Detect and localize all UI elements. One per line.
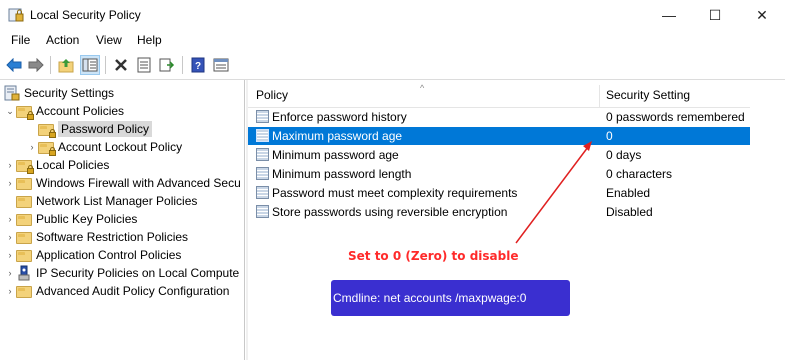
console-tree: Security Settings ⌄ Account Policies Pas… xyxy=(0,80,245,360)
folder-icon xyxy=(16,211,32,227)
menu-action[interactable]: Action xyxy=(44,33,81,47)
security-settings-icon xyxy=(4,85,20,101)
menu-view[interactable]: View xyxy=(94,33,124,47)
help-icon: ? xyxy=(191,57,205,73)
forward-icon xyxy=(28,58,44,72)
folder-icon xyxy=(16,229,32,245)
ip-security-icon xyxy=(16,265,32,281)
security-policy-app-icon xyxy=(8,7,24,23)
export-list-button[interactable] xyxy=(157,55,177,75)
list-row-maximum-password-age[interactable]: Maximum password age 0 xyxy=(248,127,750,145)
folder-lock-icon xyxy=(38,139,56,156)
show-tree-icon xyxy=(82,58,98,72)
tree-item-windows-firewall[interactable]: › Windows Firewall with Advanced Secu xyxy=(4,174,241,192)
delete-icon xyxy=(115,59,127,71)
list-row-reversible-encryption[interactable]: Store passwords using reversible encrypt… xyxy=(248,203,750,221)
maximize-icon: ☐ xyxy=(708,6,722,23)
policy-setting-icon xyxy=(256,129,269,142)
list-row-minimum-password-length[interactable]: Minimum password length 0 characters xyxy=(248,165,750,183)
policy-setting-icon xyxy=(256,186,269,199)
close-button[interactable]: ✕ xyxy=(739,0,785,30)
tree-item-account-lockout-policy[interactable]: › Account Lockout Policy xyxy=(26,138,182,156)
export-icon xyxy=(159,58,175,72)
column-header-security-setting[interactable]: Security Setting xyxy=(606,88,690,102)
tree-item-network-list-manager[interactable]: Network List Manager Policies xyxy=(4,192,197,210)
chevron-right-icon[interactable]: › xyxy=(4,228,16,246)
properties-icon xyxy=(137,57,151,73)
chevron-right-icon[interactable]: › xyxy=(4,174,16,192)
tree-item-public-key-policies[interactable]: › Public Key Policies xyxy=(4,210,137,228)
back-icon xyxy=(6,58,22,72)
chevron-right-icon[interactable]: › xyxy=(4,282,16,300)
console-tree-icon xyxy=(213,58,229,72)
forward-button[interactable] xyxy=(26,55,46,75)
policy-setting-icon xyxy=(256,148,269,161)
help-button[interactable]: ? xyxy=(188,55,208,75)
svg-text:?: ? xyxy=(195,61,201,72)
tree-item-local-policies[interactable]: › Local Policies xyxy=(4,156,109,174)
folder-lock-icon xyxy=(16,103,34,120)
show-tree-button[interactable] xyxy=(80,55,100,75)
annotation-note: Set to 0 (Zero) to disable xyxy=(348,249,519,263)
tree-item-account-policies[interactable]: ⌄ Account Policies xyxy=(4,102,124,120)
chevron-down-icon[interactable]: ⌄ xyxy=(4,102,16,120)
maximize-button[interactable]: ☐ xyxy=(692,0,738,30)
policy-setting-icon xyxy=(256,205,269,218)
menu-help[interactable]: Help xyxy=(135,33,164,47)
up-folder-icon xyxy=(58,59,74,73)
folder-icon xyxy=(16,175,32,191)
minimize-button[interactable]: — xyxy=(646,0,692,30)
list-row-minimum-password-age[interactable]: Minimum password age 0 days xyxy=(248,146,750,164)
tree-root-security-settings[interactable]: Security Settings xyxy=(4,84,114,102)
tree-item-advanced-audit[interactable]: › Advanced Audit Policy Configuration xyxy=(4,282,229,300)
title-bar: Local Security Policy — ☐ ✕ xyxy=(0,0,785,30)
list-row-enforce-password-history[interactable]: Enforce password history 0 passwords rem… xyxy=(248,108,750,126)
tree-item-application-control[interactable]: › Application Control Policies xyxy=(4,246,181,264)
policy-setting-icon xyxy=(256,110,269,123)
folder-icon xyxy=(16,247,32,263)
tree-item-password-policy[interactable]: Password Policy xyxy=(38,120,153,138)
folder-icon xyxy=(16,283,32,299)
chevron-right-icon[interactable]: › xyxy=(4,264,16,282)
chevron-right-icon[interactable]: › xyxy=(4,246,16,264)
policy-setting-icon xyxy=(256,167,269,180)
back-button[interactable] xyxy=(4,55,24,75)
tree-item-software-restriction[interactable]: › Software Restriction Policies xyxy=(4,228,188,246)
window-title: Local Security Policy xyxy=(30,8,141,22)
chevron-right-icon[interactable]: › xyxy=(26,138,38,156)
column-header-policy[interactable]: Policy xyxy=(256,88,288,102)
minimize-icon: — xyxy=(662,7,676,23)
policy-list: ^ Policy Security Setting Enforce passwo… xyxy=(248,80,785,360)
list-header: ^ Policy Security Setting xyxy=(248,83,750,108)
list-row-complexity-requirements[interactable]: Password must meet complexity requiremen… xyxy=(248,184,750,202)
properties-button[interactable] xyxy=(134,55,154,75)
tree-item-ip-security[interactable]: › IP Security Policies on Local Compute xyxy=(4,264,239,282)
folder-lock-icon xyxy=(16,157,34,174)
delete-button[interactable] xyxy=(111,55,131,75)
chevron-right-icon[interactable]: › xyxy=(4,156,16,174)
menu-bar: File Action View Help xyxy=(0,30,785,50)
folder-icon xyxy=(16,193,32,209)
folder-lock-icon xyxy=(38,121,56,138)
up-folder-button[interactable] xyxy=(56,55,76,75)
console-tree-button[interactable] xyxy=(211,55,231,75)
sort-ascending-icon: ^ xyxy=(420,83,425,93)
toolbar: ? xyxy=(0,51,785,80)
column-separator[interactable] xyxy=(599,85,600,107)
chevron-right-icon[interactable]: › xyxy=(4,210,16,228)
command-callout-text: Cmdline: net accounts /maxpwage:0 xyxy=(333,291,527,305)
close-icon: ✕ xyxy=(756,6,768,23)
menu-file[interactable]: File xyxy=(9,33,32,47)
